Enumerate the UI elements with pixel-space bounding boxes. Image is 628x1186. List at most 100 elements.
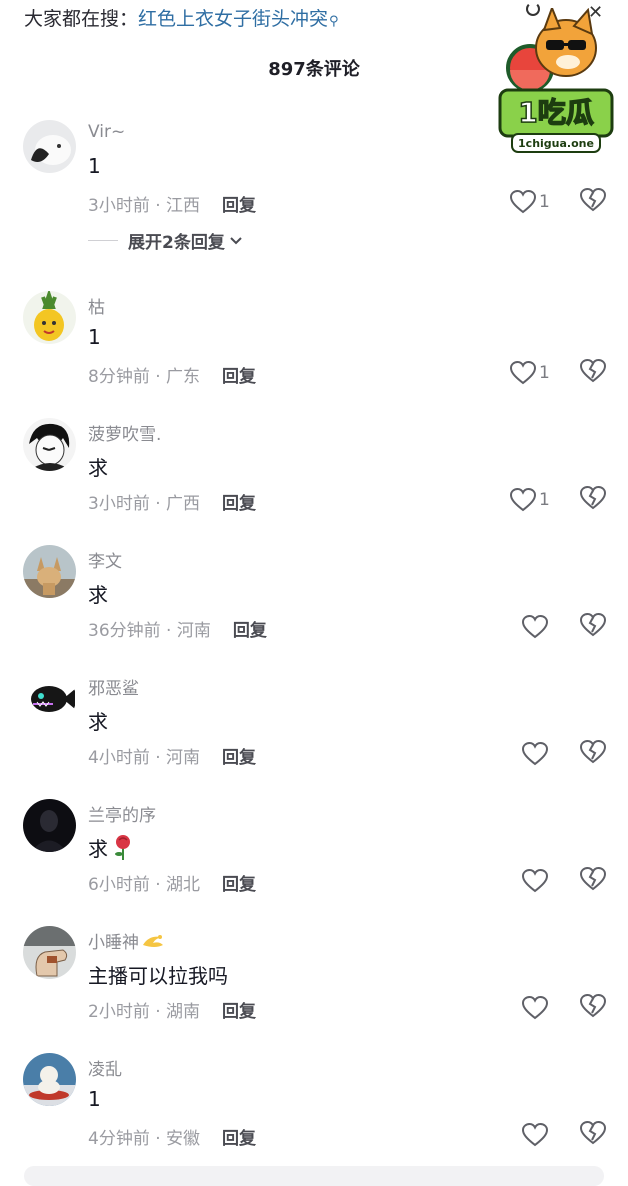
- comment-text: 1: [88, 154, 101, 178]
- comment-time-location: 4小时前 · 河南: [88, 748, 201, 768]
- reply-button[interactable]: 回复: [222, 748, 256, 768]
- like-button[interactable]: [522, 867, 548, 895]
- nickname-text: 菠萝吹雪.: [88, 425, 162, 445]
- search-term-link[interactable]: 红色上衣女子街头冲突: [138, 8, 328, 30]
- like-button[interactable]: [522, 994, 548, 1022]
- expand-replies-button[interactable]: 展开2条回复: [88, 228, 243, 253]
- comment-item[interactable]: 枯 1 8分钟前 · 广东 回复 1: [0, 291, 628, 418]
- comment-item[interactable]: Vir~ 1 3小时前 · 江西 回复 1 展开2条回复: [0, 120, 628, 253]
- comment-input-bar[interactable]: [24, 1166, 604, 1186]
- comment-nickname[interactable]: 李文: [88, 547, 122, 572]
- broken-heart-icon: [579, 866, 607, 895]
- comment-item[interactable]: 小睡神主播可以拉我吗 2小时前 · 湖南 回复: [0, 926, 628, 1053]
- reply-button[interactable]: 回复: [222, 1129, 256, 1149]
- reply-button[interactable]: 回复: [222, 196, 256, 216]
- dislike-button[interactable]: [579, 612, 607, 641]
- comment-meta: 8分钟前 · 广东 回复: [88, 362, 256, 387]
- avatar[interactable]: [23, 799, 76, 852]
- comment-text: 求: [88, 452, 108, 481]
- search-suggestion[interactable]: 大家都在搜：红色上衣女子街头冲突⚲: [24, 6, 339, 35]
- expand-replies-label: 展开2条回复: [128, 233, 225, 253]
- comment-item[interactable]: 凌乱 1 4分钟前 · 安徽 回复: [0, 1053, 628, 1180]
- reply-button[interactable]: 回复: [222, 494, 256, 514]
- heart-icon: [522, 615, 548, 639]
- broken-heart-icon: [579, 358, 607, 387]
- avatar[interactable]: [23, 418, 76, 471]
- reply-button[interactable]: 回复: [233, 621, 267, 641]
- comment-nickname[interactable]: 小睡神: [88, 928, 165, 953]
- comment-text-content: 求: [88, 710, 108, 734]
- avatar[interactable]: [23, 672, 76, 725]
- broken-heart-icon: [579, 993, 607, 1022]
- comment-text: 主播可以拉我吗: [88, 960, 228, 989]
- comment-nickname[interactable]: 邪恶鲨: [88, 674, 139, 699]
- comment-time-location: 8分钟前 · 广东: [88, 367, 201, 387]
- comment-item[interactable]: 李文求 36分钟前 · 河南 回复: [0, 545, 628, 672]
- comment-meta: 3小时前 · 广西 回复: [88, 489, 256, 514]
- broken-heart-icon: [579, 485, 607, 514]
- nickname-text: 邪恶鲨: [88, 679, 139, 699]
- reply-button[interactable]: 回复: [222, 367, 256, 387]
- like-button[interactable]: 1: [510, 486, 550, 514]
- broken-heart-icon: [579, 187, 607, 216]
- comment-text-content: 求: [88, 837, 108, 861]
- like-button[interactable]: [522, 613, 548, 641]
- nickname-text: Vir~: [88, 122, 126, 142]
- dislike-button[interactable]: [579, 993, 607, 1022]
- heart-icon: [522, 869, 548, 893]
- chevron-down-icon: [225, 231, 243, 251]
- avatar[interactable]: [23, 120, 76, 173]
- heart-icon: [522, 1123, 548, 1147]
- dislike-button[interactable]: [579, 866, 607, 895]
- dizzy-emoji-icon: [139, 933, 165, 953]
- nickname-text: 凌乱: [88, 1060, 122, 1080]
- dislike-button[interactable]: [579, 1120, 607, 1149]
- comment-text: 求: [88, 833, 134, 862]
- comment-time-location: 3小时前 · 广西: [88, 494, 201, 514]
- comment-nickname[interactable]: 凌乱: [88, 1055, 122, 1080]
- avatar[interactable]: [23, 545, 76, 598]
- comment-meta: 2小时前 · 湖南 回复: [88, 997, 256, 1022]
- broken-heart-icon: [579, 1120, 607, 1149]
- heart-icon: [522, 742, 548, 766]
- comment-nickname[interactable]: Vir~: [88, 122, 125, 142]
- divider-line: [88, 240, 118, 241]
- like-button[interactable]: 1: [510, 359, 550, 387]
- comment-time-location: 2小时前 · 湖南: [88, 1002, 201, 1022]
- like-button[interactable]: 1: [510, 188, 550, 216]
- comment-text-content: 求: [88, 583, 108, 607]
- comment-time-location: 4分钟前 · 安徽: [88, 1129, 201, 1149]
- avatar[interactable]: [23, 926, 76, 979]
- comment-nickname[interactable]: 菠萝吹雪.: [88, 420, 161, 445]
- comment-item[interactable]: 菠萝吹雪. 求 3小时前 · 广西 回复 1: [0, 418, 628, 545]
- reply-button[interactable]: 回复: [222, 1002, 256, 1022]
- avatar[interactable]: [23, 291, 76, 344]
- comment-meta: 4小时前 · 河南 回复: [88, 743, 256, 768]
- avatar[interactable]: [23, 1053, 76, 1106]
- comment-text-content: 1: [88, 154, 101, 178]
- like-button[interactable]: [522, 1121, 548, 1149]
- like-button[interactable]: [522, 740, 548, 768]
- comment-text-content: 1: [88, 1087, 101, 1111]
- dislike-button[interactable]: [579, 187, 607, 216]
- comment-meta: 3小时前 · 江西 回复: [88, 191, 256, 216]
- heart-icon: [510, 190, 536, 214]
- heart-icon: [510, 361, 536, 385]
- comment-nickname[interactable]: 兰亭的序: [88, 801, 156, 826]
- comment-text: 求: [88, 579, 108, 608]
- comment-text: 1: [88, 1087, 101, 1111]
- comment-nickname[interactable]: 枯: [88, 293, 105, 318]
- comment-item[interactable]: 邪恶鲨求 4小时前 · 河南 回复: [0, 672, 628, 799]
- search-icon[interactable]: ⚲: [329, 14, 339, 29]
- comment-text-content: 主播可以拉我吗: [88, 964, 228, 988]
- rose-emoji-icon: [108, 835, 134, 861]
- nickname-text: 枯: [88, 298, 105, 318]
- dislike-button[interactable]: [579, 485, 607, 514]
- dislike-button[interactable]: [579, 358, 607, 387]
- comment-meta: 36分钟前 · 河南 回复: [88, 616, 267, 641]
- comment-item[interactable]: 兰亭的序求 6小时前 · 湖北 回复: [0, 799, 628, 926]
- dislike-button[interactable]: [579, 739, 607, 768]
- comment-time-location: 36分钟前 · 河南: [88, 621, 211, 641]
- nickname-text: 小睡神: [88, 933, 139, 953]
- reply-button[interactable]: 回复: [222, 875, 256, 895]
